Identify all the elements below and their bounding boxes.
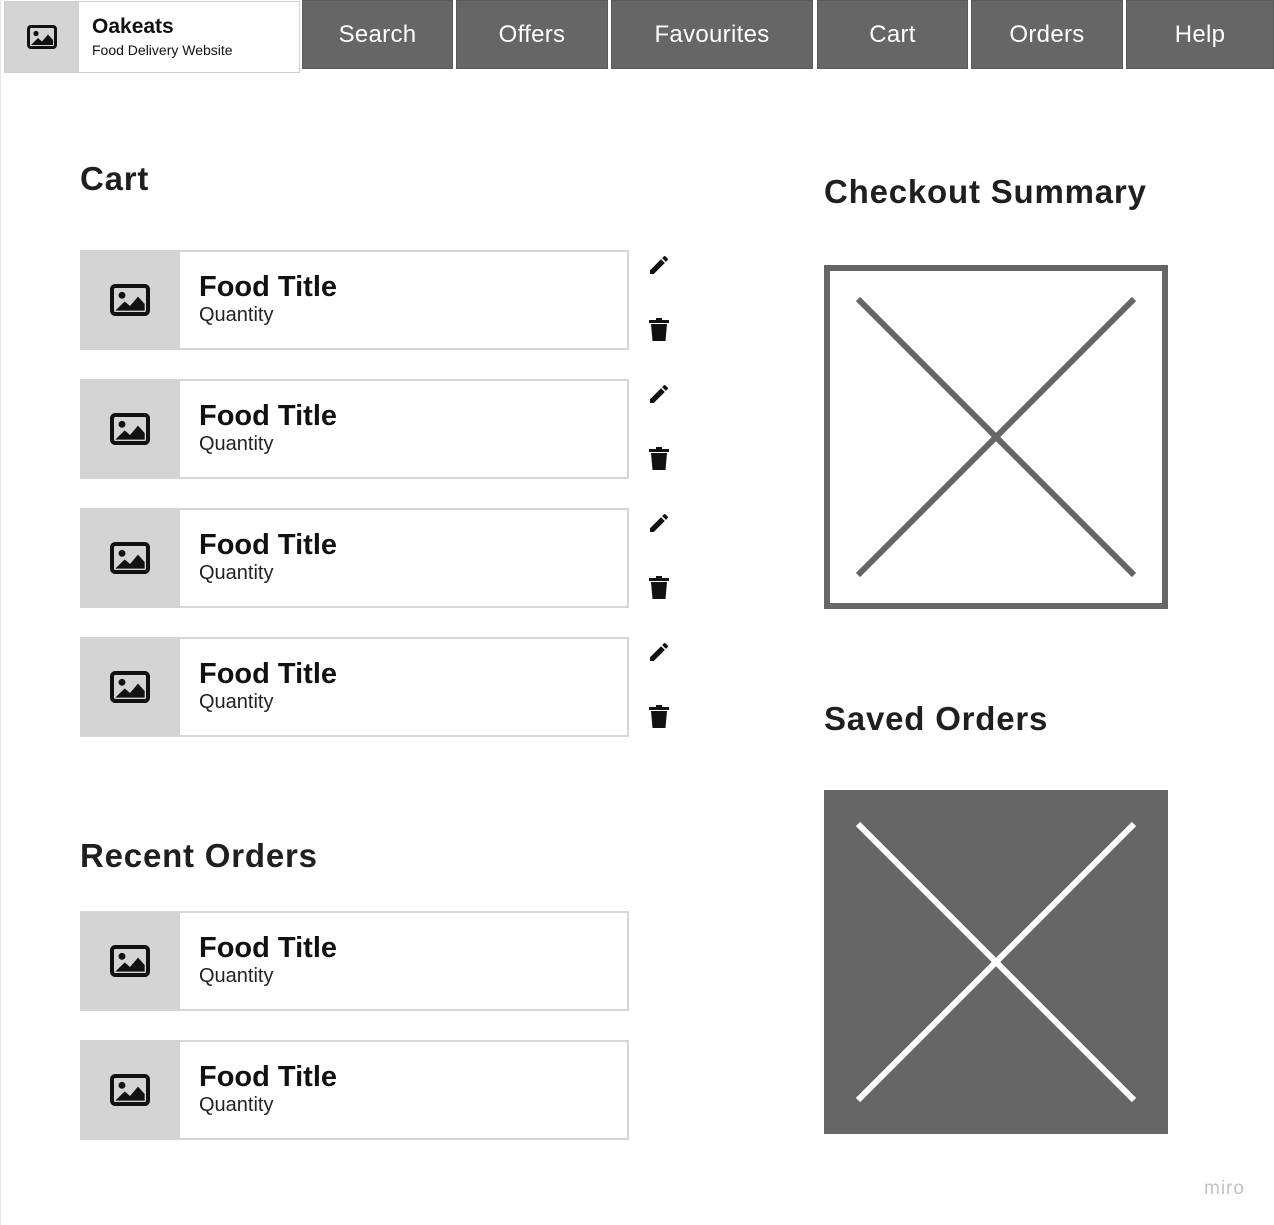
- nav-tab-favourites[interactable]: Favourites: [611, 0, 813, 69]
- saved-orders-heading: Saved Orders: [824, 700, 1049, 737]
- nav-tab-cart[interactable]: Cart: [817, 0, 968, 69]
- food-title: Food Title: [199, 271, 338, 303]
- delete-button[interactable]: [646, 317, 672, 343]
- image-icon: [110, 284, 150, 316]
- edit-button[interactable]: [646, 252, 672, 278]
- brand-header[interactable]: Oakeats Food Delivery Website: [4, 1, 300, 73]
- food-thumbnail: [80, 911, 180, 1011]
- food-thumbnail: [80, 1040, 180, 1140]
- saved-orders-placeholder: [824, 790, 1168, 1134]
- image-icon: [27, 25, 57, 49]
- image-icon: [110, 945, 150, 977]
- delete-button[interactable]: [646, 446, 672, 472]
- food-quantity: Quantity: [199, 1094, 274, 1116]
- trash-icon: [649, 447, 669, 470]
- pencil-icon: [650, 384, 669, 403]
- recent-order-item[interactable]: Food Title Quantity: [80, 911, 629, 1011]
- image-icon: [110, 1074, 150, 1106]
- pencil-icon: [650, 513, 669, 532]
- food-quantity: Quantity: [199, 691, 274, 713]
- image-icon: [110, 542, 150, 574]
- brand-subtitle: Food Delivery Website: [92, 42, 233, 58]
- image-icon: [110, 413, 150, 445]
- nav-tab-search[interactable]: Search: [302, 0, 453, 69]
- trash-icon: [649, 576, 669, 599]
- nav-tab-orders[interactable]: Orders: [971, 0, 1123, 69]
- edit-button[interactable]: [646, 381, 672, 407]
- miro-watermark: miro: [1204, 1178, 1245, 1199]
- food-thumbnail: [80, 637, 180, 737]
- cart-heading: Cart: [80, 160, 150, 197]
- food-quantity: Quantity: [199, 304, 274, 326]
- food-title: Food Title: [199, 932, 338, 964]
- cart-item[interactable]: Food Title Quantity: [80, 508, 629, 608]
- brand-logo: [5, 2, 79, 72]
- food-thumbnail: [80, 508, 180, 608]
- page-frame-edge: [0, 0, 1, 1225]
- trash-icon: [649, 705, 669, 728]
- cart-item[interactable]: Food Title Quantity: [80, 250, 629, 350]
- trash-icon: [649, 318, 669, 341]
- edit-button[interactable]: [646, 510, 672, 536]
- food-thumbnail: [80, 250, 180, 350]
- nav-tab-offers[interactable]: Offers: [456, 0, 608, 69]
- food-title: Food Title: [199, 1061, 338, 1093]
- image-icon: [110, 671, 150, 703]
- food-thumbnail: [80, 379, 180, 479]
- food-title: Food Title: [199, 658, 338, 690]
- checkout-summary-placeholder: [824, 265, 1168, 609]
- recent-orders-heading: Recent Orders: [80, 837, 318, 874]
- food-title: Food Title: [199, 400, 338, 432]
- cart-item[interactable]: Food Title Quantity: [80, 379, 629, 479]
- delete-button[interactable]: [646, 575, 672, 601]
- checkout-summary-heading: Checkout Summary: [824, 173, 1147, 210]
- brand-name: Oakeats: [92, 15, 174, 38]
- food-title: Food Title: [199, 529, 338, 561]
- delete-button[interactable]: [646, 704, 672, 730]
- food-quantity: Quantity: [199, 433, 274, 455]
- recent-order-item[interactable]: Food Title Quantity: [80, 1040, 629, 1140]
- nav-tab-help[interactable]: Help: [1126, 0, 1274, 69]
- food-quantity: Quantity: [199, 562, 274, 584]
- cart-item[interactable]: Food Title Quantity: [80, 637, 629, 737]
- food-quantity: Quantity: [199, 965, 274, 987]
- pencil-icon: [650, 642, 669, 661]
- edit-button[interactable]: [646, 639, 672, 665]
- pencil-icon: [650, 255, 669, 274]
